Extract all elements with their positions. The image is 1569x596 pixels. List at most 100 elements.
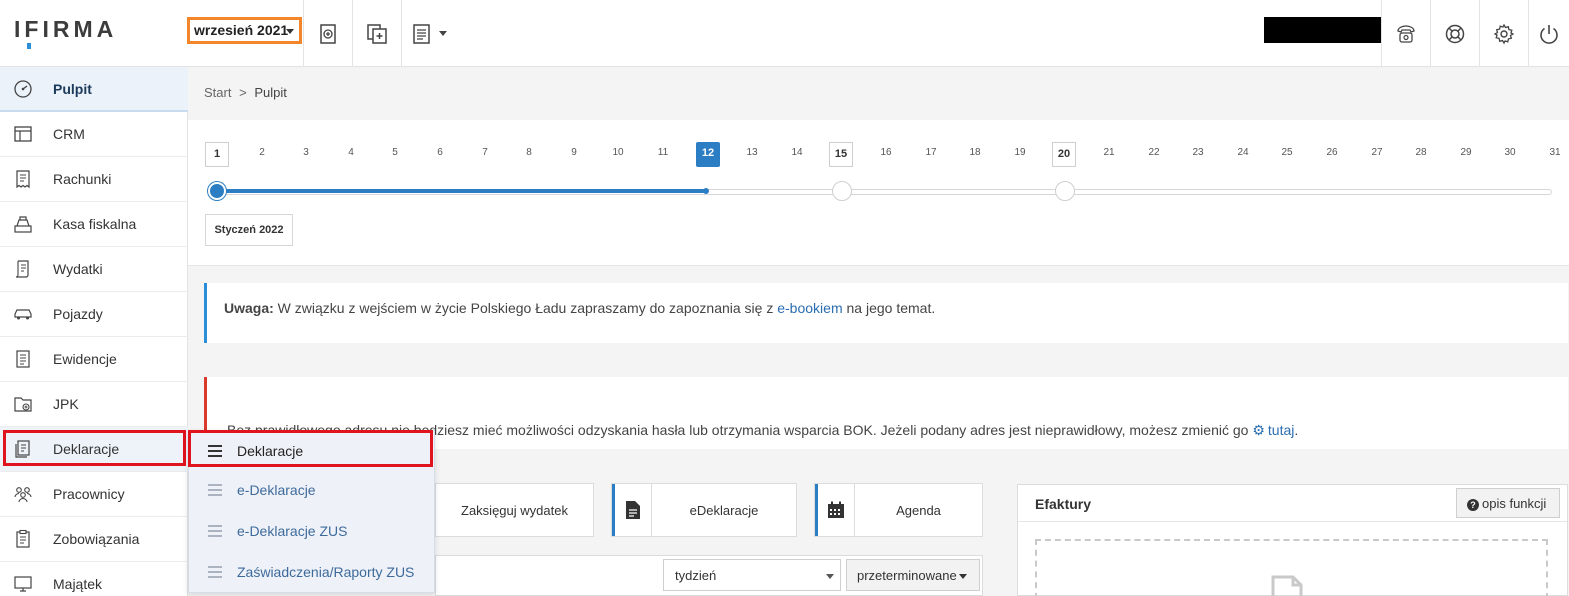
quick-action-label: Agenda (896, 502, 941, 518)
breadcrumb-separator: > (239, 85, 247, 100)
logout-button[interactable] (1528, 0, 1569, 67)
timeline-day-31[interactable]: 31 (1543, 147, 1567, 158)
breadcrumb-current: Pulpit (254, 85, 287, 100)
menu-lines-icon (208, 484, 222, 496)
timeline-day-1[interactable]: 1 (205, 142, 229, 167)
timeline-day-11[interactable]: 11 (651, 147, 675, 158)
submenu-item-e-deklaracje-zus[interactable]: e-Deklaracje ZUS (189, 511, 435, 552)
notice-strong: Uwaga: (224, 300, 274, 316)
change-email-link[interactable]: tutaj (1268, 422, 1294, 438)
gears-icon: ⚙ (1252, 422, 1265, 438)
timeline-day-20[interactable]: 20 (1052, 142, 1076, 167)
breadcrumb-start[interactable]: Start (204, 85, 231, 100)
sidebar-item-majatek[interactable]: Majątek (0, 562, 188, 596)
sidebar-item-label: JPK (53, 396, 79, 412)
chevron-down-icon (286, 29, 294, 34)
edeklaracje-button[interactable]: eDeklaracje (611, 483, 797, 537)
ifirma-logo[interactable]: IFIRMA (14, 16, 134, 50)
chevron-down-icon (438, 31, 447, 36)
add-document-button[interactable] (352, 0, 401, 67)
timeline-day-27[interactable]: 27 (1365, 147, 1389, 158)
timeline-day-29[interactable]: 29 (1454, 147, 1478, 158)
feature-description-label: opis funkcji (1482, 496, 1547, 511)
timeline-day-18[interactable]: 18 (963, 147, 987, 158)
timeline-day-3[interactable]: 3 (294, 147, 318, 158)
sidebar-item-kasa-fiskalna[interactable]: Kasa fiskalna (0, 202, 188, 247)
submenu-item-e-deklaracje[interactable]: e-Deklaracje (189, 470, 435, 511)
sidebar-item-wydatki[interactable]: Wydatki (0, 247, 188, 292)
quick-action-label: eDeklaracje (689, 502, 759, 518)
submenu-item-zaswiadczenia[interactable]: Zaświadczenia/Raporty ZUS (189, 552, 435, 593)
timeline-day-22[interactable]: 22 (1142, 147, 1166, 158)
timeline-day-26[interactable]: 26 (1320, 147, 1344, 158)
period-select[interactable]: tydzień (663, 559, 841, 591)
power-icon (1540, 24, 1558, 44)
timeline-day-23[interactable]: 23 (1186, 147, 1210, 158)
sidebar-item-zobowiazania[interactable]: Zobowiązania (0, 517, 188, 562)
phone-button[interactable] (1381, 0, 1430, 67)
liabilities-icon (13, 529, 33, 549)
sidebar-item-label: Zobowiązania (53, 531, 140, 547)
sidebar-item-crm[interactable]: CRM (0, 112, 188, 157)
timeline-day-6[interactable]: 6 (428, 147, 452, 158)
timeline-day-19[interactable]: 19 (1008, 147, 1032, 158)
sidebar-item-rachunki[interactable]: Rachunki (0, 157, 188, 202)
timeline-knob-1[interactable] (208, 182, 226, 200)
timeline-knob-15[interactable] (832, 181, 852, 201)
document-list-button[interactable] (401, 0, 455, 67)
sidebar-item-label: Ewidencje (53, 351, 117, 367)
logo-accent (27, 43, 31, 49)
timeline-day-24[interactable]: 24 (1231, 147, 1255, 158)
sidebar-item-jpk[interactable]: JPK (0, 382, 188, 427)
sidebar-item-ewidencje[interactable]: Ewidencje (0, 337, 188, 382)
sidebar-item-pracownicy[interactable]: Pracownicy (0, 472, 188, 517)
help-button[interactable] (1430, 0, 1479, 67)
assets-icon (13, 574, 33, 594)
settings-button[interactable] (1479, 0, 1528, 67)
timeline-day-8[interactable]: 8 (517, 147, 541, 158)
feature-description-button[interactable]: ? opis funkcji (1456, 488, 1560, 518)
timeline-day-12[interactable]: 12 (696, 142, 720, 167)
timeline-day-4[interactable]: 4 (339, 147, 363, 158)
timeline-day-9[interactable]: 9 (562, 147, 586, 158)
sidebar-item-label: Pracownicy (53, 486, 125, 502)
car-icon (13, 304, 33, 324)
user-name-redacted[interactable] (1264, 17, 1381, 43)
ebook-link[interactable]: e-bookiem (777, 300, 842, 316)
agenda-button[interactable]: Agenda (814, 483, 983, 537)
timeline-day-5[interactable]: 5 (383, 147, 407, 158)
crm-icon (13, 124, 33, 144)
month-selector[interactable]: wrzesień 2021 (187, 17, 302, 44)
status-filter-button[interactable]: przeterminowane (846, 559, 980, 591)
add-document-icon (367, 23, 387, 44)
menu-lines-icon (208, 525, 222, 537)
timeline-day-2[interactable]: 2 (250, 147, 274, 158)
notice-polski-lad: Uwaga: W związku z wejściem w życie Pols… (204, 283, 1568, 343)
timeline-knob-20[interactable] (1055, 181, 1075, 201)
timeline-day-13[interactable]: 13 (740, 147, 764, 158)
timeline-day-14[interactable]: 14 (785, 147, 809, 158)
highlight-frame-submenu (188, 430, 433, 467)
receipt-icon (13, 169, 33, 189)
invoice-dropzone[interactable] (1035, 539, 1548, 596)
timeline-today-dot (703, 188, 709, 194)
sidebar-item-pojazdy[interactable]: Pojazdy (0, 292, 188, 337)
top-bar: IFIRMA wrzesień 2021 (0, 0, 1569, 67)
book-expense-button[interactable]: Zaksięguj wydatek (435, 483, 594, 537)
new-invoice-button[interactable] (303, 0, 352, 67)
submenu-item-label: e-Deklaracje (237, 482, 316, 498)
timeline-day-15[interactable]: 15 (829, 142, 853, 167)
timeline-day-16[interactable]: 16 (874, 147, 898, 158)
timeline-day-30[interactable]: 30 (1498, 147, 1522, 158)
question-circle-icon: ? (1467, 499, 1479, 511)
timeline-day-25[interactable]: 25 (1275, 147, 1299, 158)
timeline-day-7[interactable]: 7 (473, 147, 497, 158)
timeline-day-17[interactable]: 17 (919, 147, 943, 158)
timeline-day-10[interactable]: 10 (606, 147, 630, 158)
timeline-month-label: Styczeń 2022 (205, 214, 293, 246)
file-upload-icon (1271, 575, 1303, 596)
timeline-day-21[interactable]: 21 (1097, 147, 1121, 158)
dashboard-icon (13, 79, 33, 99)
timeline-day-28[interactable]: 28 (1409, 147, 1433, 158)
sidebar-item-pulpit[interactable]: Pulpit (0, 67, 188, 112)
